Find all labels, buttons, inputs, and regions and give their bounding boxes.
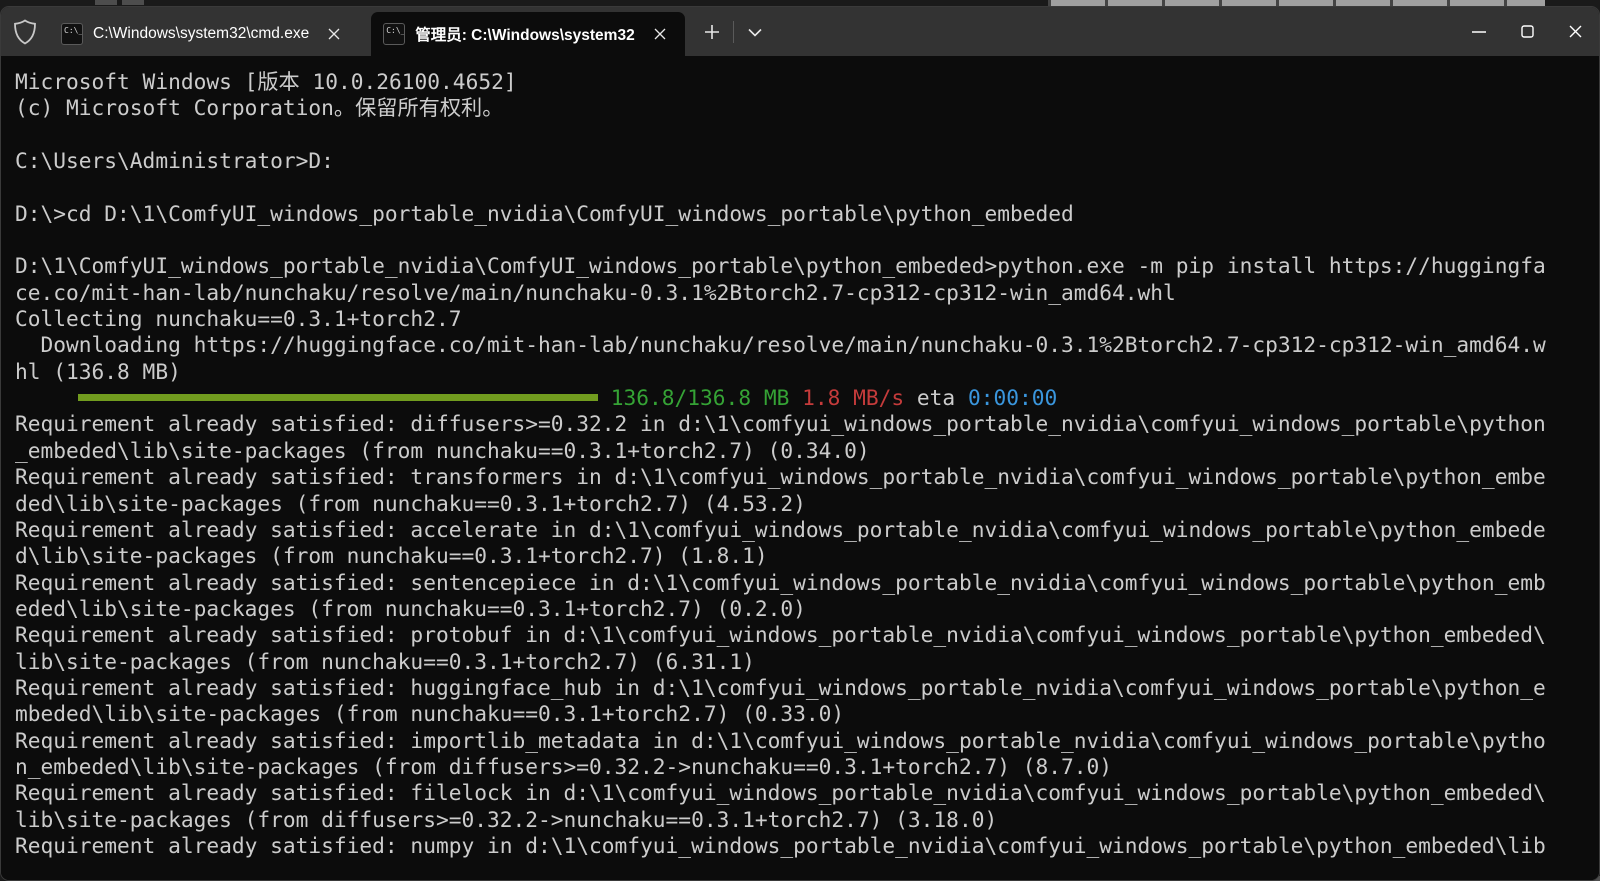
terminal-line: Requirement already satisfied: sentencep… bbox=[15, 570, 1599, 596]
terminal-line: Requirement already satisfied: importlib… bbox=[15, 728, 1599, 754]
new-tab-plus-icon[interactable] bbox=[695, 15, 729, 49]
terminal-line: Downloading https://huggingface.co/mit-h… bbox=[15, 332, 1599, 358]
terminal-line: Collecting nunchaku==0.3.1+torch2.7 bbox=[15, 306, 1599, 332]
terminal-line bbox=[15, 227, 1599, 253]
terminal-line bbox=[15, 122, 1599, 148]
terminal-line: Requirement already satisfied: filelock … bbox=[15, 780, 1599, 806]
terminal-line: D:\>cd D:\1\ComfyUI_windows_portable_nvi… bbox=[15, 201, 1599, 227]
terminal-line bbox=[15, 174, 1599, 200]
progress-downloaded: 136.8/136.8 MB bbox=[598, 385, 789, 410]
terminal-line: lib\site-packages (from nunchaku==0.3.1+… bbox=[15, 649, 1599, 675]
terminal-line: _embeded\lib\site-packages (from nunchak… bbox=[15, 438, 1599, 464]
pip-progress-line: 136.8/136.8 MB 1.8 MB/s eta 0:00:00 bbox=[15, 385, 1599, 411]
tab-label: C:\Windows\system32\cmd.exe bbox=[93, 25, 309, 43]
close-icon[interactable] bbox=[645, 19, 675, 49]
chevron-down-icon[interactable] bbox=[738, 15, 772, 49]
terminal-line: Requirement already satisfied: numpy in … bbox=[15, 833, 1599, 859]
close-icon[interactable] bbox=[319, 19, 349, 49]
tab-label: 管理员: C:\Windows\system32 bbox=[415, 23, 634, 45]
minimize-button[interactable] bbox=[1455, 7, 1503, 56]
title-bar[interactable]: C:\_ C:\Windows\system32\cmd.exe C:\_ 管理员: … bbox=[1, 7, 1599, 56]
close-button[interactable] bbox=[1551, 7, 1599, 56]
terminal-line: d\lib\site-packages (from nunchaku==0.3.… bbox=[15, 543, 1599, 569]
terminal-line: hl (136.8 MB) bbox=[15, 359, 1599, 385]
terminal-line: Microsoft Windows [版本 10.0.26100.4652] bbox=[15, 69, 1599, 95]
terminal-line: (c) Microsoft Corporation。保留所有权利。 bbox=[15, 95, 1599, 121]
terminal-output[interactable]: Microsoft Windows [版本 10.0.26100.4652](c… bbox=[1, 56, 1599, 880]
tab-0[interactable]: C:\_ C:\Windows\system32\cmd.exe bbox=[49, 12, 359, 56]
admin-shield-icon bbox=[1, 7, 49, 56]
terminal-line: eded\lib\site-packages (from nunchaku==0… bbox=[15, 596, 1599, 622]
terminal-line: ded\lib\site-packages (from nunchaku==0.… bbox=[15, 491, 1599, 517]
background-window-sliver-left-a bbox=[95, 0, 117, 5]
progress-speed: 1.8 MB/s bbox=[789, 385, 904, 410]
maximize-button[interactable] bbox=[1503, 7, 1551, 56]
terminal-line: n_embeded\lib\site-packages (from diffus… bbox=[15, 754, 1599, 780]
progress-eta-label: eta bbox=[904, 385, 955, 410]
terminal-line: C:\Users\Administrator>D: bbox=[15, 148, 1599, 174]
background-window-sliver-left-b bbox=[122, 0, 144, 5]
terminal-window: C:\_ C:\Windows\system32\cmd.exe C:\_ 管理员: … bbox=[0, 6, 1600, 881]
terminal-line: Requirement already satisfied: protobuf … bbox=[15, 622, 1599, 648]
progress-bar bbox=[78, 394, 598, 401]
toolbar-separator bbox=[733, 21, 734, 43]
terminal-line: Requirement already satisfied: diffusers… bbox=[15, 411, 1599, 437]
terminal-line: Requirement already satisfied: accelerat… bbox=[15, 517, 1599, 543]
terminal-line: ce.co/mit-han-lab/nunchaku/resolve/main/… bbox=[15, 280, 1599, 306]
window-controls bbox=[1455, 7, 1599, 56]
terminal-line: Requirement already satisfied: huggingfa… bbox=[15, 675, 1599, 701]
terminal-line: Requirement already satisfied: transform… bbox=[15, 464, 1599, 490]
progress-eta-value: 0:00:00 bbox=[955, 385, 1057, 410]
tab-active[interactable]: C:\_ 管理员: C:\Windows\system32 bbox=[371, 12, 684, 56]
terminal-line: lib\site-packages (from diffusers>=0.32.… bbox=[15, 807, 1599, 833]
terminal-line: mbeded\lib\site-packages (from nunchaku=… bbox=[15, 701, 1599, 727]
title-bar-drag-area[interactable] bbox=[772, 7, 1455, 56]
cmd-icon: C:\_ bbox=[61, 23, 83, 45]
tab-strip: C:\_ C:\Windows\system32\cmd.exe C:\_ 管理员: … bbox=[49, 7, 685, 56]
terminal-line: D:\1\ComfyUI_windows_portable_nvidia\Com… bbox=[15, 253, 1599, 279]
cmd-icon: C:\_ bbox=[383, 23, 405, 45]
